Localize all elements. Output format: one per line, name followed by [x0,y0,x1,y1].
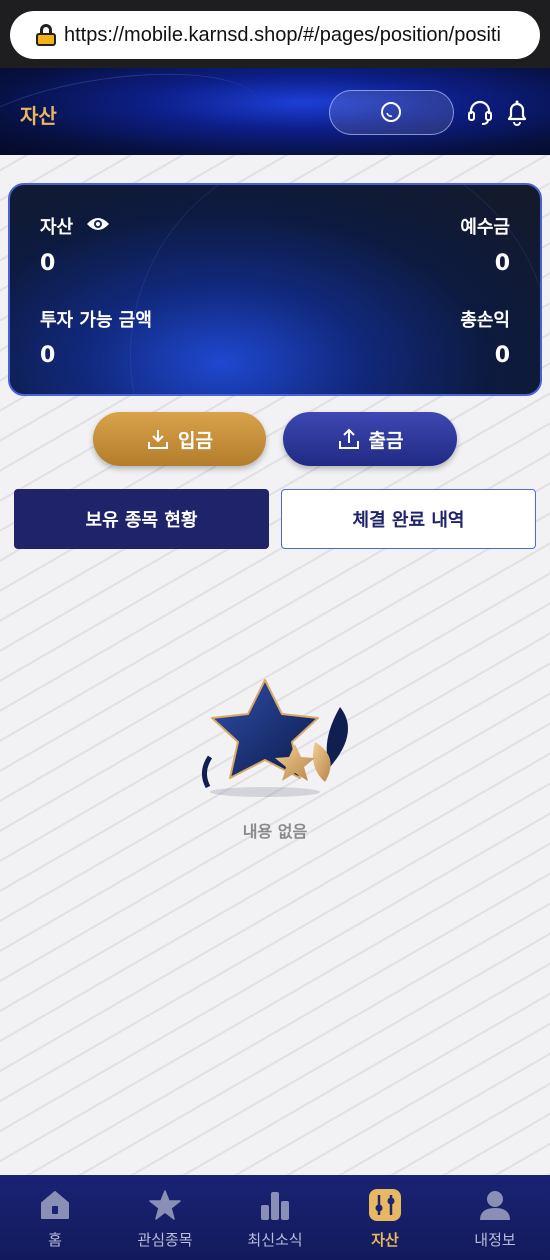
download-icon [148,430,169,449]
nav-item-profile[interactable]: 내정보 [440,1175,550,1260]
withdraw-button[interactable]: 출금 [283,412,457,466]
home-icon [41,1191,69,1219]
headset-icon [468,100,492,125]
bottom-nav: 홈 관심종목 최신소식 자산 내정보 [0,1175,550,1260]
user-icon [480,1191,510,1220]
nav-item-assets[interactable]: 자산 [330,1175,440,1260]
star-icon [149,1190,181,1220]
assets-icon [369,1189,401,1221]
nav-label-home: 홈 [48,1231,62,1249]
deposit-balance-value: 0 [494,251,510,276]
deposit-button[interactable]: 입금 [93,412,266,466]
nav-item-home[interactable]: 홈 [0,1175,110,1260]
deposit-balance-label: 예수금 [460,217,510,238]
asset-value: 0 [40,251,56,276]
total-pnl-value: 0 [494,343,510,368]
lock-icon [36,24,56,46]
tab-executed-history[interactable]: 체결 완료 내역 [281,489,536,549]
nav-label-assets: 자산 [371,1231,399,1249]
empty-state-text: 내용 없음 [242,822,308,841]
address-bar[interactable]: https://mobile.karnsd.shop/#/pages/posit… [10,11,540,59]
app-header: 자산 [0,68,550,155]
tab-holdings[interactable]: 보유 종목 현황 [14,489,269,549]
bell-icon [507,100,527,126]
search-button[interactable] [329,90,454,135]
deposit-label: 입금 [178,429,213,452]
nav-label-news: 최신소식 [247,1231,303,1249]
nav-label-profile: 내정보 [474,1231,516,1249]
url-text: https://mobile.karnsd.shop/#/pages/posit… [64,23,501,46]
available-amount-label: 투자 가능 금액 [40,310,152,331]
empty-star-illustration [202,679,348,797]
available-amount-value: 0 [40,343,56,368]
nav-item-watchlist[interactable]: 관심종목 [110,1175,220,1260]
total-pnl-label: 총손익 [460,310,510,331]
chart-icon [261,1192,289,1220]
upload-icon [338,428,359,449]
nav-item-news[interactable]: 최신소식 [220,1175,330,1260]
nav-label-watchlist: 관심종목 [137,1231,193,1249]
support-button[interactable] [464,96,496,128]
search-icon [380,101,401,122]
asset-label: 자산 [40,217,74,238]
notification-button[interactable] [501,96,533,128]
asset-summary-card: 자산 0 예수금 0 투자 가능 금액 0 총손익 0 [8,183,542,396]
eye-icon[interactable] [86,216,110,232]
browser-bar: https://mobile.karnsd.shop/#/pages/posit… [0,0,550,68]
page-title: 자산 [20,104,57,128]
withdraw-label: 출금 [368,429,404,452]
